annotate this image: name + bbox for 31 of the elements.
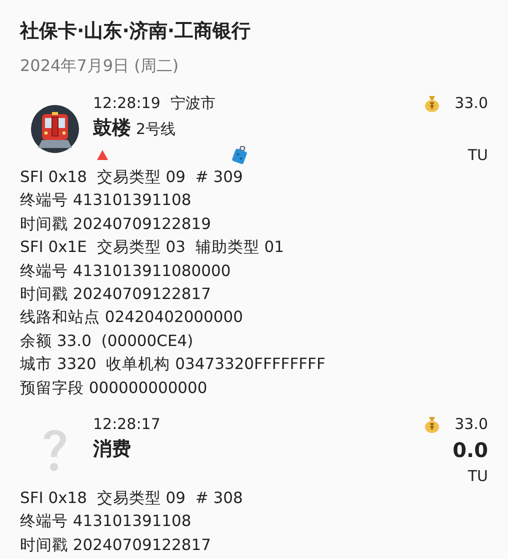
station-name: 消费 [93, 437, 131, 462]
money-bag-icon [422, 415, 441, 434]
train-icon [30, 104, 80, 154]
time-label: 12:28:19 [93, 94, 160, 112]
detail-line: 城市 3320 收单机构 03473320FFFFFFFF [20, 354, 326, 376]
city-label: 宁波市 [170, 94, 216, 112]
page-title: 社保卡·山东·济南·工商银行 [20, 19, 251, 44]
balance-amount: 33.0 [454, 415, 488, 434]
detail-line: 终端号 4131013911080000 [20, 260, 231, 282]
detail-line: 终端号 413101391108 [20, 511, 192, 532]
detail-line: SFI 0x18 交易类型 09 # 308 [20, 488, 243, 510]
line-label: 2号线 [136, 120, 176, 139]
unit-label: TU [468, 466, 488, 485]
fare-amount: 0.0 [452, 438, 488, 462]
balance-amount: 33.0 [454, 94, 488, 112]
suitcase-icon [232, 146, 248, 164]
date-heading: 2024年7月9日 (周二) [20, 56, 179, 77]
detail-line: SFI 0x1E 交易类型 03 辅助类型 01 [20, 237, 284, 258]
money-bag-icon [422, 94, 441, 112]
detail-line: 线路和站点 02420402000000 [20, 307, 243, 328]
unit-label: TU [468, 146, 488, 164]
detail-line: SFI 0x18 交易类型 09 # 309 [20, 167, 243, 188]
detail-line: 余额 33.0 (00000CE4) [20, 330, 194, 352]
station-name: 鼓楼 [93, 116, 131, 141]
detail-line: 预留字段 000000000000 [20, 378, 208, 399]
detail-line: 时间戳 20240709122819 [20, 214, 211, 235]
detail-line: 终端号 413101391108 [20, 190, 192, 212]
detail-line: 时间戳 20240709122817 [20, 284, 211, 306]
triangle-icon [97, 150, 108, 160]
time-label: 12:28:17 [93, 415, 160, 434]
detail-line: 时间戳 20240709122817 [20, 534, 211, 556]
